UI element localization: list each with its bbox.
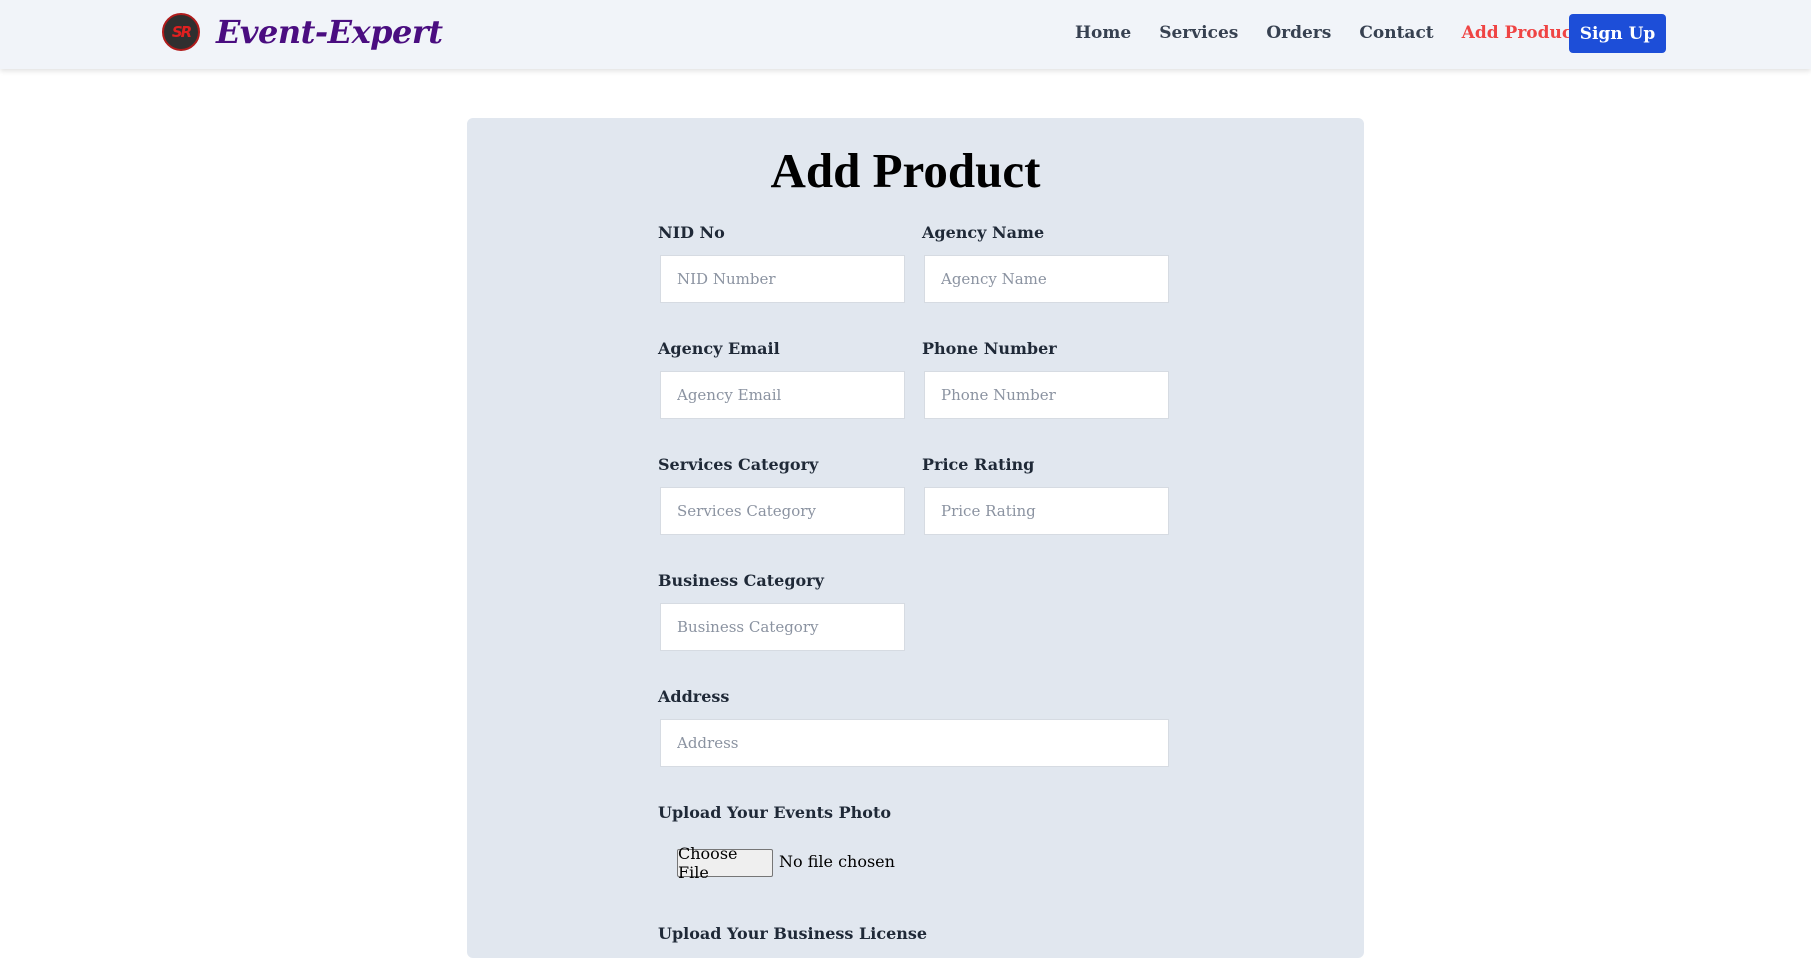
price-rating-input[interactable] [924, 487, 1169, 535]
phone-input[interactable] [924, 371, 1169, 419]
agency-name-input[interactable] [924, 255, 1169, 303]
logo-icon: SR [162, 13, 200, 51]
events-photo-label: Upload Your Events Photo [658, 803, 892, 822]
services-category-input[interactable] [660, 487, 905, 535]
agency-name-label: Agency Name [922, 223, 1045, 242]
agency-email-label: Agency Email [658, 339, 780, 358]
file-status-text: No file chosen [779, 852, 895, 871]
address-input[interactable] [660, 719, 1169, 767]
phone-label: Phone Number [922, 339, 1057, 358]
business-license-label: Upload Your Business License [658, 924, 928, 943]
brand-logo[interactable]: SR Event-Expert [162, 13, 443, 51]
business-category-input[interactable] [660, 603, 905, 651]
nav-link-add-product[interactable]: Add Product [1462, 23, 1580, 43]
choose-file-button[interactable]: Choose File [677, 844, 773, 882]
agency-email-input[interactable] [660, 371, 905, 419]
brand-name[interactable]: Event-Expert [216, 13, 443, 51]
nav-links: Home Services Orders Contact Add Product [1075, 0, 1608, 66]
nav-link-services[interactable]: Services [1159, 23, 1238, 43]
nav-link-home[interactable]: Home [1075, 23, 1131, 43]
page-title: Add Product [770, 143, 1041, 198]
business-category-label: Business Category [658, 571, 824, 590]
nav-link-contact[interactable]: Contact [1359, 23, 1433, 43]
nid-label: NID No [658, 223, 725, 242]
logo-text: SR [171, 23, 192, 41]
address-label: Address [658, 687, 730, 706]
sign-up-button[interactable]: Sign Up [1569, 14, 1666, 53]
price-rating-label: Price Rating [922, 455, 1035, 474]
nid-input[interactable] [660, 255, 905, 303]
nav-link-orders[interactable]: Orders [1266, 23, 1331, 43]
services-category-label: Services Category [658, 455, 819, 474]
navbar: SR Event-Expert Home Services Orders Con… [0, 0, 1811, 69]
add-product-card [467, 118, 1364, 958]
